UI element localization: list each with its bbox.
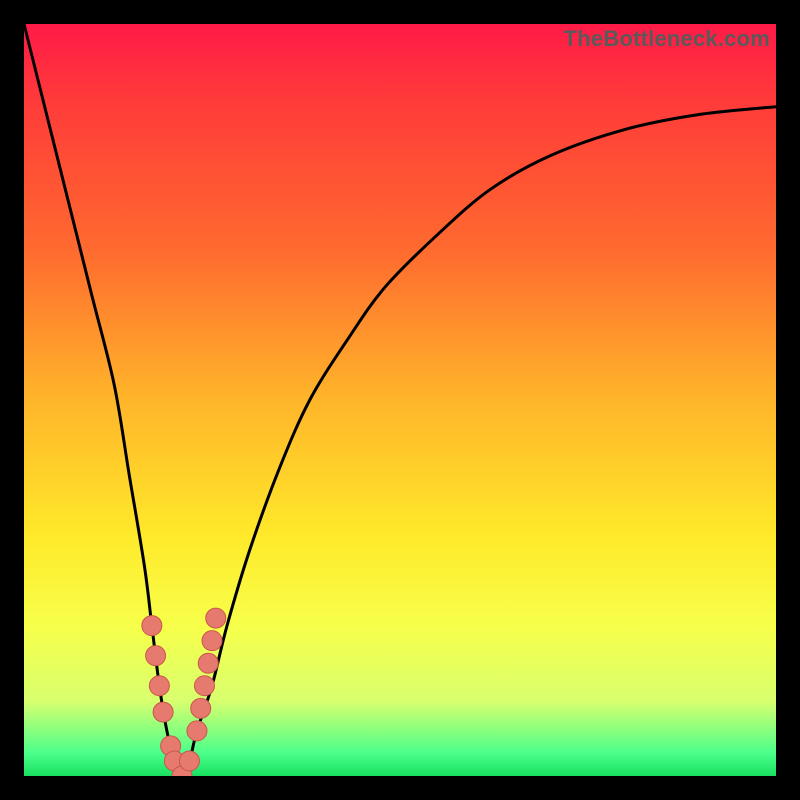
chart-frame: TheBottleneck.com (0, 0, 800, 800)
marker-dot (198, 653, 218, 673)
marker-dot (153, 702, 173, 722)
plot-area: TheBottleneck.com (24, 24, 776, 776)
marker-dot (191, 698, 211, 718)
bottleneck-curve (24, 24, 776, 776)
marker-dot (142, 616, 162, 636)
marker-dot (187, 721, 207, 741)
marker-cluster (142, 608, 226, 776)
chart-svg (24, 24, 776, 776)
marker-dot (149, 676, 169, 696)
marker-dot (206, 608, 226, 628)
marker-dot (202, 631, 222, 651)
marker-dot (194, 676, 214, 696)
marker-dot (146, 646, 166, 666)
curve-path (24, 24, 776, 776)
marker-dot (179, 751, 199, 771)
watermark-text: TheBottleneck.com (564, 26, 770, 52)
